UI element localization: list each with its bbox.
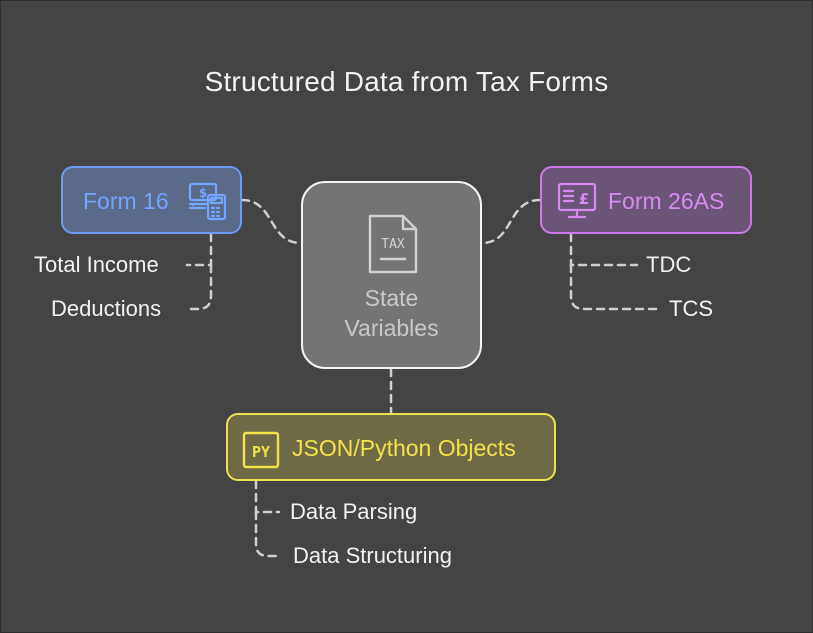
form26as-node[interactable]: £ Form 26AS	[540, 166, 752, 234]
svg-text:$: $	[199, 186, 207, 200]
python-file-icon: PY	[242, 431, 280, 474]
py-icon-text: PY	[252, 443, 270, 461]
monitor-pound-icon: £	[556, 180, 598, 227]
connector-total-income	[185, 232, 213, 267]
connector-tdc	[569, 232, 639, 267]
json-python-node[interactable]: PY JSON/Python Objects	[226, 413, 556, 481]
form16-node[interactable]: Form 16 $	[61, 166, 242, 234]
leaf-data-structuring: Data Structuring	[293, 543, 452, 568]
leaf-tdc: TDC	[646, 252, 692, 277]
form26as-label: Form 26AS	[608, 188, 725, 214]
tax-icon-text: TAX	[381, 237, 405, 252]
leaf-deductions: Deductions	[51, 296, 162, 321]
form16-label: Form 16	[83, 188, 169, 214]
leaf-tcs: TCS	[669, 296, 713, 321]
state-variables-node[interactable]: TAX State Variables	[301, 181, 482, 369]
connector-data-structuring	[254, 510, 283, 558]
center-label-line2: Variables	[344, 315, 439, 341]
connector-form26as-center	[480, 198, 542, 245]
connector-data-parsing	[254, 479, 281, 514]
leaf-total-income: Total Income	[34, 252, 159, 277]
connector-deductions	[185, 263, 213, 311]
center-label-line1: State	[364, 285, 419, 311]
money-calculator-icon: $	[187, 180, 229, 227]
connector-form16-center	[240, 198, 303, 245]
leaf-data-parsing: Data Parsing	[290, 499, 418, 524]
center-label: State Variables	[303, 283, 480, 343]
tax-document-icon: TAX	[367, 213, 419, 280]
svg-text:£: £	[579, 190, 589, 208]
json-label: JSON/Python Objects	[292, 435, 516, 461]
